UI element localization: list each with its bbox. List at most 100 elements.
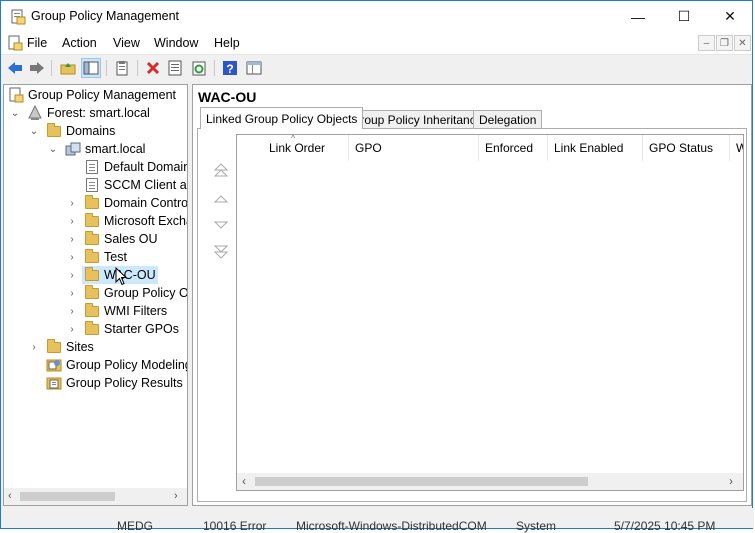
properties-button[interactable] (112, 58, 132, 78)
forest-icon (27, 104, 43, 121)
list-horizontal-scrollbar[interactable]: ‹ › (237, 473, 743, 490)
maximize-button[interactable]: ☐ (661, 1, 707, 32)
tree-domains[interactable]: Domains (46, 122, 115, 140)
toolbar: ? (1, 54, 752, 83)
tree-item-default-domain[interactable]: Default Domain (84, 158, 188, 176)
chevron-right-icon[interactable]: › (67, 320, 77, 338)
tree-sites[interactable]: Sites (46, 338, 94, 356)
page-title: WAC-OU (198, 89, 257, 105)
column-label: Enforced (485, 141, 534, 155)
linked-gpo-list[interactable]: ^ Link Order GPO Enforced Link Enabled G… (236, 134, 744, 491)
menu-window[interactable]: Window (154, 36, 198, 50)
move-down-icon (214, 221, 228, 229)
details-view-button[interactable] (244, 58, 264, 78)
mdi-close-button[interactable]: ✕ (734, 35, 751, 51)
menu-action[interactable]: Action (62, 36, 97, 50)
back-button[interactable] (5, 58, 25, 78)
back-icon (8, 62, 22, 74)
column-label: GPO (355, 141, 382, 155)
chevron-right-icon[interactable]: › (67, 230, 77, 248)
export-list-button[interactable] (165, 58, 185, 78)
menu-view[interactable]: View (113, 36, 140, 50)
refresh-button[interactable] (189, 58, 209, 78)
mdi-minimize-icon: – (703, 37, 710, 49)
mdi-restore-button[interactable]: ❐ (716, 35, 733, 51)
menu-file[interactable]: File (27, 36, 47, 50)
move-top-icon (214, 163, 228, 177)
chevron-right-icon[interactable]: › (67, 266, 77, 284)
move-down-button[interactable] (213, 217, 229, 233)
column-header-gpo[interactable]: GPO (349, 135, 479, 161)
move-to-bottom-button[interactable] (213, 244, 229, 260)
tab-label: Linked Group Policy Objects (206, 111, 358, 126)
tree-item-test[interactable]: Test (84, 248, 127, 266)
tree-horizontal-scrollbar[interactable]: ‹ › (4, 488, 187, 505)
column-header-enforced[interactable]: Enforced (479, 135, 548, 161)
details-view-icon (246, 61, 262, 75)
tree-group-policy-results[interactable]: Group Policy Results (46, 374, 183, 392)
ou-folder-icon (84, 249, 100, 265)
tree-item-label: Starter GPOs (104, 322, 180, 336)
starter-folder-icon (84, 321, 100, 337)
tree-item-microsoft-exchange[interactable]: Microsoft Excha (84, 212, 187, 230)
tree-forest[interactable]: Forest: smart.local (27, 104, 150, 122)
column-header-wmi-filter[interactable]: W (730, 135, 743, 161)
delete-button[interactable] (143, 58, 163, 78)
maximize-icon: ☐ (677, 8, 691, 24)
tree-item-sccm-client[interactable]: SCCM Client an (84, 176, 187, 194)
tree-modeling-label: Group Policy Modeling (66, 358, 188, 372)
minimize-button[interactable]: — (615, 1, 661, 32)
console-tree[interactable]: Group Policy Management ⌄ Forest: smart.… (3, 84, 188, 506)
tree-item-domain-controllers[interactable]: Domain Contro (84, 194, 187, 212)
close-button[interactable]: ✕ (707, 1, 753, 32)
chevron-right-icon[interactable]: › (67, 194, 77, 212)
sites-folder-icon (46, 339, 62, 355)
chevron-right-icon[interactable]: › (67, 212, 77, 230)
tree-domain-smart-local[interactable]: smart.local (65, 140, 145, 158)
tree-scroll-thumb[interactable] (20, 492, 115, 501)
tree-domain-label: smart.local (85, 142, 146, 156)
chevron-down-icon[interactable]: ⌄ (29, 122, 39, 140)
forward-button[interactable] (27, 58, 47, 78)
mdi-minimize-button[interactable]: – (698, 35, 715, 51)
tab-label: Delegation (479, 113, 537, 127)
title-bar: Group Policy Management — ☐ ✕ (1, 1, 752, 32)
toolbar-separator (137, 60, 138, 76)
scroll-right-icon[interactable]: › (174, 490, 178, 502)
scroll-right-icon[interactable]: › (729, 474, 733, 488)
tree-item-group-policy-objects[interactable]: Group Policy Ob (84, 284, 187, 302)
move-to-top-button[interactable] (213, 162, 229, 178)
tab-gp-inheritance[interactable]: Group Policy Inheritance (345, 110, 489, 129)
tree-item-sales-ou[interactable]: Sales OU (84, 230, 158, 248)
tab-linked-gpos[interactable]: Linked Group Policy Objects (200, 107, 364, 129)
chevron-right-icon[interactable]: › (67, 302, 77, 320)
ou-folder-icon (84, 231, 100, 247)
tree-item-label: Default Domain (104, 160, 188, 174)
tree-item-wmi-filters[interactable]: WMI Filters (84, 302, 167, 320)
chevron-right-icon[interactable]: › (67, 284, 77, 302)
help-button[interactable]: ? (220, 58, 240, 78)
toolbar-separator (106, 60, 107, 76)
mouse-cursor-icon (115, 267, 127, 286)
tree-root[interactable]: Group Policy Management (8, 86, 176, 104)
chevron-down-icon[interactable]: ⌄ (10, 104, 20, 122)
move-up-button[interactable] (213, 191, 229, 207)
chevron-right-icon[interactable]: › (29, 338, 39, 356)
tree-item-starter-gpos[interactable]: Starter GPOs (84, 320, 179, 338)
scroll-left-icon[interactable]: ‹ (8, 490, 12, 502)
show-hide-console-tree-button[interactable] (81, 58, 101, 78)
column-header-link-enabled[interactable]: Link Enabled (548, 135, 643, 161)
column-header-link-order[interactable]: Link Order (263, 135, 349, 161)
chevron-down-icon[interactable]: ⌄ (48, 140, 58, 158)
domains-folder-icon (46, 123, 62, 139)
chevron-right-icon[interactable]: › (67, 248, 77, 266)
column-header-gpo-status[interactable]: GPO Status (643, 135, 730, 161)
window-title: Group Policy Management (31, 9, 179, 23)
list-scroll-thumb[interactable] (255, 477, 588, 486)
up-one-level-button[interactable] (58, 58, 78, 78)
menu-help[interactable]: Help (214, 36, 240, 50)
scroll-left-icon[interactable]: ‹ (242, 474, 246, 488)
system-menu-icon[interactable] (7, 35, 23, 51)
tree-group-policy-modeling[interactable]: Group Policy Modeling (46, 356, 188, 374)
tab-delegation[interactable]: Delegation (473, 110, 543, 129)
